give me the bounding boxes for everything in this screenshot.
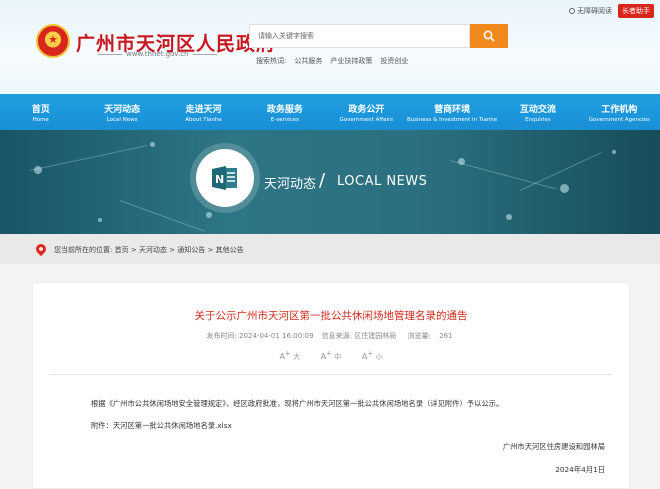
national-emblem-logo[interactable] — [36, 24, 70, 58]
banner-dot — [560, 184, 569, 193]
search-input[interactable] — [249, 24, 470, 48]
elder-helper-button[interactable]: 长者助手 — [618, 4, 654, 18]
banner-title-zh: 天河动态 — [264, 177, 317, 192]
banner-title-en: LOCAL NEWS — [337, 174, 428, 189]
view-count: 浏览量: 261 — [407, 332, 453, 340]
banner-slash: / — [319, 170, 326, 191]
nav-government-agencies[interactable]: 工作机构 Government Agencies — [579, 94, 660, 130]
svg-text:N: N — [215, 173, 224, 186]
breadcrumb-item-notices[interactable]: 通知公告 — [177, 246, 205, 254]
location-pin-icon — [33, 241, 49, 257]
search-icon — [483, 30, 495, 42]
banner-dot — [206, 212, 212, 218]
hot-keyword[interactable]: 产业扶持政策 — [330, 56, 372, 66]
article-date: 2024年4月1日 — [555, 465, 605, 474]
utility-bar: 无障碍阅读 长者助手 — [569, 4, 654, 18]
breadcrumb: 您当前所在的位置: 首页 > 天河动态 > 通知公告 > 其他公告 — [0, 234, 660, 264]
article-signer: 广州市天河区住房建设和园林局 — [502, 442, 605, 451]
banner-line — [29, 145, 148, 171]
font-large-button[interactable]: A+ 大 — [280, 349, 301, 361]
publish-time: 发布时间: 2024-04-01 16:00:09 — [206, 332, 314, 340]
breadcrumb-item-home[interactable]: 首页 — [115, 246, 129, 254]
nav-local-news[interactable]: 天河动态 Local News — [81, 94, 162, 130]
article-title: 关于公示广州市天河区第一批公共休闲场地管理名录的通告 — [194, 310, 468, 322]
accessibility-link[interactable]: 无障碍阅读 — [569, 6, 612, 16]
banner-line — [119, 200, 205, 232]
banner-dot — [150, 142, 155, 147]
news-app-icon: N — [212, 166, 237, 190]
banner-icon-badge: N — [196, 149, 254, 207]
hot-keyword[interactable]: 投资创业 — [380, 56, 408, 66]
article-panel: 关于公示广州市天河区第一批公共休闲场地管理名录的通告 发布时间: 2024-04… — [32, 282, 630, 489]
nav-e-services[interactable]: 政务服务 E-services — [244, 94, 325, 130]
nav-government-affairs[interactable]: 政务公开 Government Affairs — [326, 94, 407, 130]
article-meta: 发布时间: 2024-04-01 16:00:09 信息来源: 区住建园林局 浏… — [33, 331, 629, 341]
accessibility-icon — [569, 8, 575, 14]
nav-enquiries[interactable]: 互动交流 Enquiries — [497, 94, 578, 130]
banner-dot — [612, 150, 616, 154]
font-small-button[interactable]: A+ 小 — [362, 349, 383, 361]
search-button[interactable] — [470, 24, 508, 48]
breadcrumb-prefix: 您当前所在的位置: — [54, 246, 113, 254]
nav-business[interactable]: 营商环境 Business & Investment in Tianhe — [407, 94, 497, 130]
section-banner — [0, 130, 660, 234]
hot-keywords-label: 搜索热词: — [256, 57, 287, 65]
breadcrumb-item-local-news[interactable]: 天河动态 — [139, 246, 167, 254]
banner-dot — [458, 158, 465, 165]
article-body-paragraph: 根据《广州市公共休闲场地安全管理规定》，经区政府批准，现将广州市天河区第一批公共… — [91, 399, 504, 408]
font-medium-button[interactable]: A+ 中 — [321, 349, 342, 361]
nav-about-tianhe[interactable]: 走进天河 About Tianhe — [163, 94, 244, 130]
site-url: www.thnet.gov.cn — [94, 50, 221, 58]
hot-keywords: 搜索热词: 公共服务 产业扶持政策 投资创业 — [256, 56, 408, 66]
banner-dot — [34, 166, 42, 174]
banner-dot — [506, 214, 512, 220]
site-header: 无障碍阅读 长者助手 广州市天河区人民政府 www.thnet.gov.cn 搜… — [0, 0, 660, 94]
divider — [49, 374, 613, 375]
banner-line — [449, 160, 557, 190]
font-size-controls: A+ 大 A+ 中 A+ 小 — [33, 349, 629, 362]
info-source: 信息来源: 区住建园林局 — [321, 332, 397, 340]
main-nav: 首页 Home 天河动态 Local News 走进天河 About Tianhe 政… — [0, 94, 660, 130]
banner-dot — [98, 218, 102, 222]
attachment-link[interactable]: 附件：天河区第一批公共休闲场地名录.xlsx — [91, 421, 232, 431]
nav-home[interactable]: 首页 Home — [0, 94, 81, 130]
breadcrumb-item-other[interactable]: 其他公告 — [216, 246, 244, 254]
hot-keyword[interactable]: 公共服务 — [294, 56, 322, 66]
search-box — [249, 24, 508, 48]
breadcrumb-text: 您当前所在的位置: 首页 > 天河动态 > 通知公告 > 其他公告 — [54, 246, 244, 254]
